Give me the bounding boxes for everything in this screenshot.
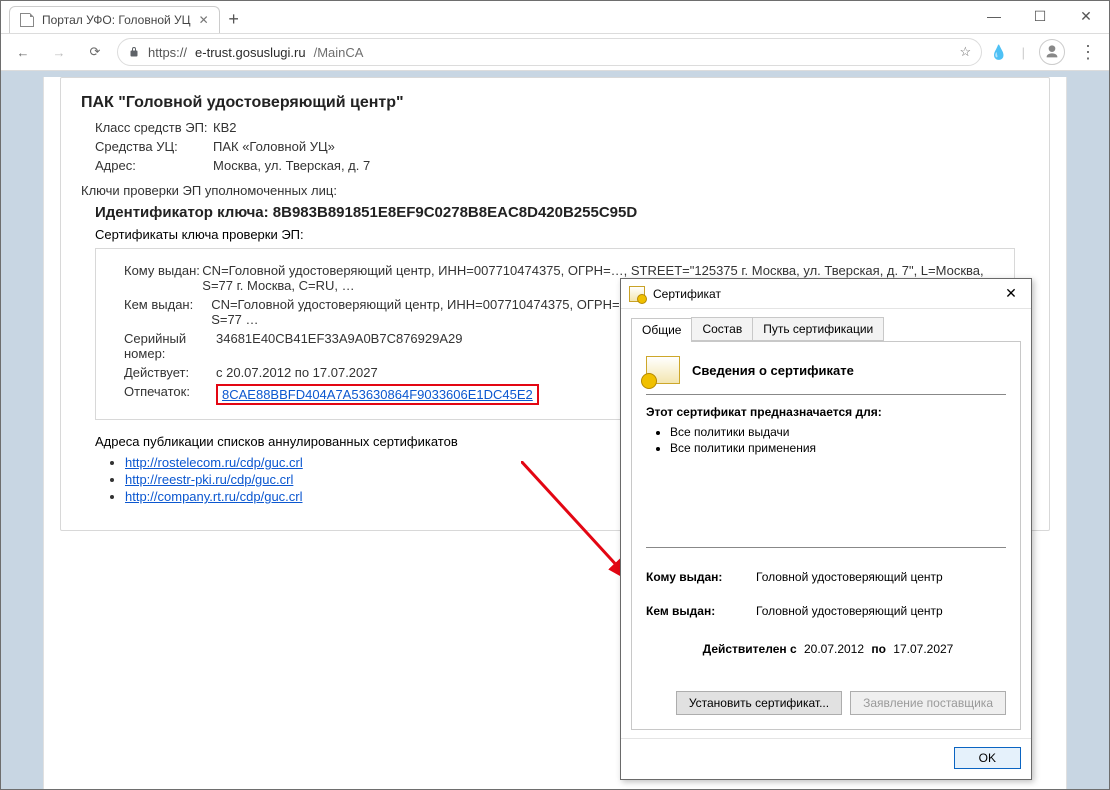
ep-class-label: Класс средств ЭП: [95,120,213,135]
page-icon [20,13,34,27]
close-tab-icon[interactable]: ✕ [199,13,209,27]
forward-button[interactable]: → [45,38,73,66]
url-path: /MainCA [314,45,364,60]
certs-caption: Сертификаты ключа проверки ЭП: [95,227,1029,242]
new-tab-button[interactable]: + [220,5,248,33]
address-bar[interactable]: https:// e-trust.gosuslugi.ru/MainCA ☆ [117,38,982,66]
bookmark-star-icon[interactable]: ☆ [960,44,972,60]
key-id-value: 8B983B891851E8EF9C0278B8EAC8D420B255C95D [273,204,637,221]
url-scheme: https:// [148,45,187,60]
org-title: ПАК "Головной удостоверяющий центр" [81,94,1029,112]
window-minimize-button[interactable]: — [971,1,1017,31]
certificate-dialog: Сертификат ✕ Общие Состав Путь сертифика… [620,278,1032,780]
cert-fingerprint-highlight: 8CAE88BBFD404A7A53630864F9033606E1DC45E2 [216,384,539,405]
valid-to-word: по [871,642,886,656]
install-certificate-button[interactable]: Установить сертификат... [676,691,842,715]
cert-info-heading: Сведения о сертификате [692,363,854,378]
cert-serial-label: Серийный номер: [124,331,216,361]
tab-general[interactable]: Общие [631,318,692,342]
cert-valid-label: Действует: [124,365,216,380]
dialog-close-button[interactable]: ✕ [999,285,1023,302]
cert-fingerprint-label: Отпечаток: [124,384,216,405]
window-titlebar: Портал УФО: Головной УЦ ✕ + — ☐ ✕ [1,1,1109,33]
valid-prefix: Действителен с [703,642,797,656]
browser-toolbar: ← → ⟳ https:// e-trust.gosuslugi.ru/MainC… [1,33,1109,71]
browser-tab[interactable]: Портал УФО: Головной УЦ ✕ [9,6,220,33]
dlg-subject-value: Головной удостоверяющий центр [756,570,943,584]
cert-serial-value: 34681E40CB41EF33A9A0B7C876929A29 [216,331,462,361]
address-value: Москва, ул. Тверская, д. 7 [213,158,370,173]
certificate-large-icon [646,356,680,384]
crl-link[interactable]: http://rostelecom.ru/cdp/guc.crl [125,455,303,470]
browser-menu-button[interactable]: ⋮ [1079,42,1097,63]
dialog-tabs: Общие Состав Путь сертификации [631,317,1021,342]
purpose-item: Все политики выдачи [670,425,1006,439]
issuer-statement-button: Заявление поставщика [850,691,1006,715]
dlg-issuer-label: Кем выдан: [646,604,756,618]
cert-issuer-label: Кем выдан: [124,297,211,327]
valid-to: 17.07.2027 [893,642,953,656]
address-label: Адрес: [95,158,213,173]
dlg-issuer-value: Головной удостоверяющий центр [756,604,943,618]
tab-composition[interactable]: Состав [691,317,753,341]
url-host: e-trust.gosuslugi.ru [195,45,306,60]
profile-avatar-icon[interactable] [1039,39,1065,65]
cert-fingerprint-link[interactable]: 8CAE88BBFD404A7A53630864F9033606E1DC45E2 [222,387,533,402]
key-id-label: Идентификатор ключа: [95,204,273,221]
window-close-button[interactable]: ✕ [1063,1,1109,31]
ok-button[interactable]: OK [954,747,1021,769]
crl-link[interactable]: http://reestr-pki.ru/cdp/guc.crl [125,472,293,487]
dlg-subject-label: Кому выдан: [646,570,756,584]
ep-class-value: КВ2 [213,120,236,135]
dialog-title: Сертификат [653,287,999,301]
lock-icon [128,46,140,58]
tab-title: Портал УФО: Головной УЦ [42,13,191,27]
uc-means-value: ПАК «Головной УЦ» [213,139,335,154]
reload-button[interactable]: ⟳ [81,38,109,66]
tab-cert-path[interactable]: Путь сертификации [752,317,884,341]
purpose-caption: Этот сертификат предназначается для: [646,405,882,419]
certificate-icon [629,286,645,302]
extension-icon[interactable]: 💧 [990,44,1007,61]
cert-valid-value: с 20.07.2012 по 17.07.2027 [216,365,378,380]
crl-link[interactable]: http://company.rt.ru/cdp/guc.crl [125,489,303,504]
purpose-item: Все политики применения [670,441,1006,455]
valid-from: 20.07.2012 [804,642,864,656]
keys-caption: Ключи проверки ЭП уполномоченных лиц: [81,183,1029,198]
cert-subject-label: Кому выдан: [124,263,202,293]
uc-means-label: Средства УЦ: [95,139,213,154]
tab-panel-general: Сведения о сертификате Этот сертификат п… [631,342,1021,730]
window-maximize-button[interactable]: ☐ [1017,1,1063,31]
back-button[interactable]: ← [9,38,37,66]
